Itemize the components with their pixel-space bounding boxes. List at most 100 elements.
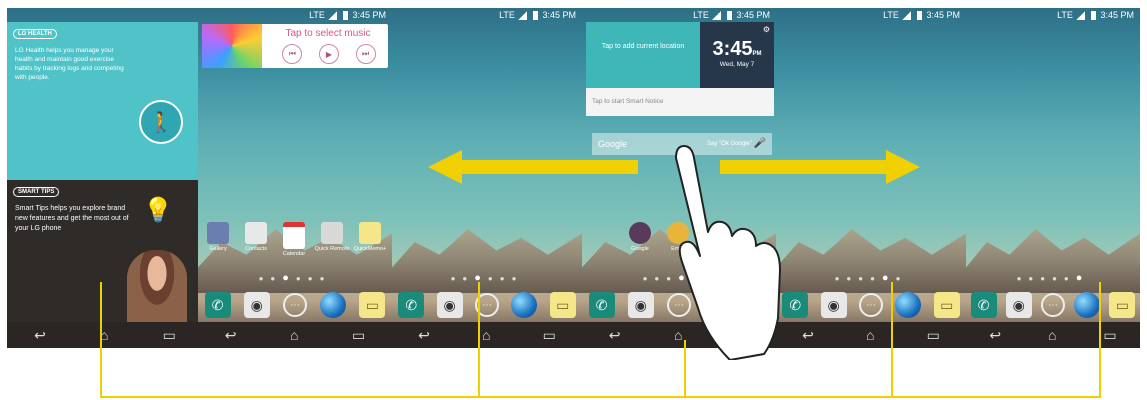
clock-date: Wed, May 7	[719, 61, 755, 68]
swipe-hand-icon	[675, 145, 781, 360]
back-icon[interactable]: ↩	[989, 327, 1001, 344]
lg-health-badge: LG HEALTH	[13, 29, 57, 39]
smart-tips-text: Smart Tips helps you explore brand new f…	[15, 205, 129, 232]
camera-icon[interactable]: ◉	[436, 292, 463, 318]
app-quick-remote[interactable]: Quick Remote	[314, 222, 350, 252]
clock-text: 3:45 PM	[926, 10, 960, 20]
app-label: Calendar	[282, 251, 306, 257]
signal-icon	[328, 11, 338, 21]
back-icon[interactable]: ↩	[34, 327, 46, 344]
contacts-icon	[245, 222, 267, 244]
play-button[interactable]: ▶	[318, 44, 339, 64]
app-calendar[interactable]: Calendar	[276, 222, 312, 257]
clock-panel[interactable]: ⚙ 3:45PM Wed, May 7	[700, 22, 774, 88]
signal-icon	[902, 11, 912, 21]
app-label: Gallery	[209, 246, 227, 252]
browser-icon[interactable]	[1074, 292, 1101, 318]
recent-apps-icon[interactable]: ▭	[163, 327, 176, 344]
smart-notice-widget[interactable]: Tap to start Smart Notice	[586, 88, 774, 116]
gear-icon[interactable]: ⚙	[763, 25, 770, 34]
camera-icon[interactable]: ◉	[243, 292, 270, 318]
status-bar: LTE 3:45 PM	[582, 8, 776, 22]
app-contacts[interactable]: Contacts	[238, 222, 274, 252]
nav-bar: ↩ ⌂ ▭	[966, 322, 1140, 348]
page-indicator: ●●●●●●	[450, 272, 524, 284]
smart-tips-panel[interactable]: SMART TIPS Smart Tips helps you explore …	[7, 180, 203, 328]
back-icon[interactable]: ↩	[418, 327, 430, 344]
status-bar: LTE 3:45 PM	[776, 8, 966, 22]
remote-icon	[321, 222, 343, 244]
app-label: Google	[631, 246, 649, 252]
home-icon[interactable]: ⌂	[1048, 327, 1056, 343]
previous-track-button[interactable]: ⏮	[282, 44, 303, 64]
page-indicator: ●●●●●●	[258, 272, 332, 284]
messaging-icon[interactable]: ▭	[359, 292, 386, 318]
connector-v2	[478, 282, 480, 398]
browser-icon[interactable]	[511, 292, 538, 318]
app-quickmemo[interactable]: QuickMemo+	[352, 222, 388, 252]
recent-apps-icon[interactable]: ▭	[1103, 327, 1116, 344]
home-icon[interactable]: ⌂	[866, 327, 874, 343]
phone-icon[interactable]: ✆	[398, 292, 425, 318]
lightbulb-icon: 💡	[143, 197, 173, 224]
home-icon[interactable]: ⌂	[482, 327, 490, 343]
network-label: LTE	[309, 10, 325, 20]
messaging-icon[interactable]: ▭	[1109, 292, 1136, 318]
screen-right-2: LTE 3:45 PM ●●●●●● ✆ ◉ ⋯ ▭ ↩ ⌂ ▭	[966, 8, 1140, 348]
messaging-icon[interactable]: ▭	[549, 292, 576, 318]
quickmemo-icon	[359, 222, 381, 244]
walker-icon[interactable]: 🚶	[139, 100, 183, 144]
app-gallery[interactable]: Gallery	[200, 222, 236, 252]
apps-icon[interactable]: ⋯	[282, 293, 307, 317]
page-indicator: ●●●●●●	[834, 272, 908, 284]
google-folder-icon	[629, 222, 651, 244]
battery-icon	[532, 11, 538, 21]
recent-apps-icon[interactable]: ▭	[352, 327, 365, 344]
clock-text: 3:45 PM	[352, 10, 386, 20]
connector-v3	[684, 340, 686, 398]
music-widget[interactable]: Tap to select music ⏮ ▶ ⏭	[202, 24, 388, 68]
connector-v4	[891, 282, 893, 398]
app-google-folder[interactable]: Google	[622, 222, 658, 252]
connector-v5	[1099, 282, 1101, 398]
next-track-button[interactable]: ⏭	[355, 44, 376, 64]
network-label: LTE	[1057, 10, 1073, 20]
swipe-left-arrow-icon	[428, 150, 638, 184]
battery-icon	[726, 11, 732, 21]
apps-icon[interactable]: ⋯	[1040, 293, 1065, 317]
back-icon[interactable]: ↩	[802, 327, 814, 344]
connector-horizontal	[100, 396, 1101, 398]
album-art	[202, 24, 262, 68]
clock-text: 3:45 PM	[1100, 10, 1134, 20]
home-icon[interactable]: ⌂	[290, 327, 298, 343]
camera-icon[interactable]: ◉	[1005, 292, 1032, 318]
messaging-icon[interactable]: ▭	[933, 292, 960, 318]
phone-icon[interactable]: ✆	[970, 292, 997, 318]
browser-icon[interactable]	[320, 292, 347, 318]
lg-health-panel[interactable]: LG HEALTH LG Health helps you manage you…	[7, 22, 203, 180]
camera-icon[interactable]: ◉	[627, 292, 654, 318]
apps-icon[interactable]: ⋯	[858, 293, 883, 317]
network-label: LTE	[883, 10, 899, 20]
dock: ✆ ◉ ⋯ ▭	[198, 288, 392, 322]
back-icon[interactable]: ↩	[609, 327, 621, 344]
music-label[interactable]: Tap to select music	[268, 28, 388, 39]
recent-apps-icon[interactable]: ▭	[927, 327, 940, 344]
add-location-button[interactable]: Tap to add current location	[586, 22, 700, 88]
back-icon[interactable]: ↩	[225, 327, 237, 344]
phone-icon[interactable]: ✆	[204, 292, 231, 318]
recent-apps-icon[interactable]: ▭	[543, 327, 556, 344]
app-label: Quick Remote	[314, 246, 350, 252]
battery-icon	[916, 11, 922, 21]
browser-icon[interactable]	[895, 292, 922, 318]
phone-icon[interactable]: ✆	[588, 292, 615, 318]
google-logo: Google	[598, 139, 628, 149]
camera-icon[interactable]: ◉	[820, 292, 847, 318]
weather-clock-widget[interactable]: Tap to add current location ⚙ 3:45PM Wed…	[586, 22, 774, 88]
dock: ✆ ◉ ⋯ ▭	[776, 288, 966, 322]
page-indicator: ●●●●●●	[1016, 272, 1090, 284]
network-label: LTE	[499, 10, 515, 20]
nav-bar: ↩ ⌂ ▭	[776, 322, 966, 348]
battery-icon	[1090, 11, 1096, 21]
app-label: QuickMemo+	[353, 246, 387, 252]
